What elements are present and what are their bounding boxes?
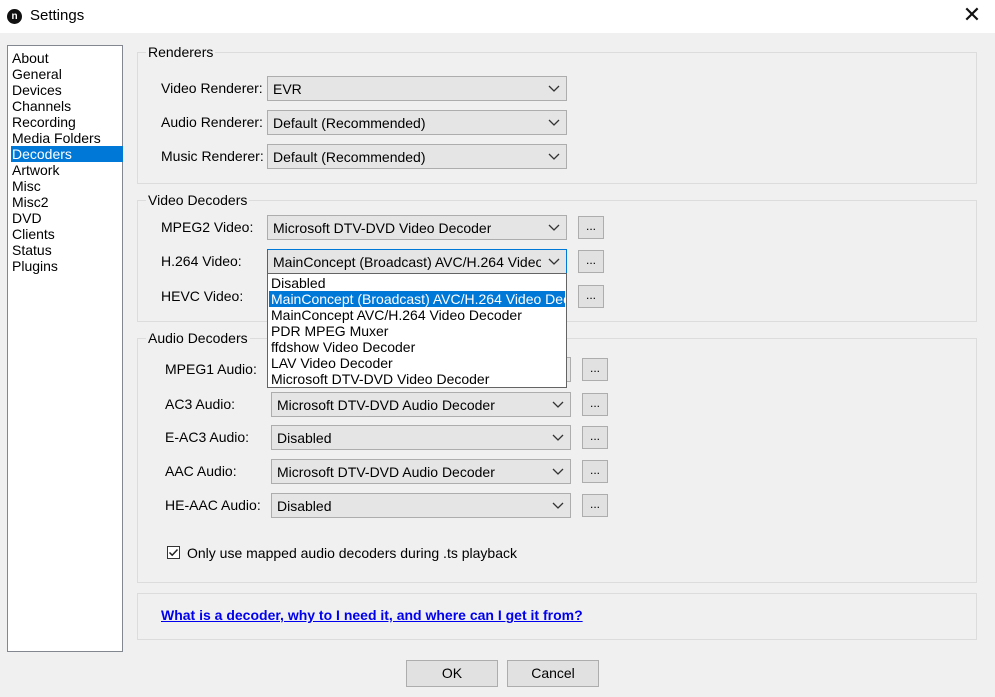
mpeg2-video-dropdown[interactable]: Microsoft DTV-DVD Video Decoder (267, 215, 567, 240)
dropdown-option-pdr-mpeg-muxer[interactable]: PDR MPEG Muxer (269, 323, 565, 339)
sidebar-item-dvd[interactable]: DVD (11, 210, 123, 226)
chevron-down-icon (548, 258, 560, 265)
ac3-audio-dropdown[interactable]: Microsoft DTV-DVD Audio Decoder (271, 392, 571, 417)
aac-audio-dropdown[interactable]: Microsoft DTV-DVD Audio Decoder (271, 459, 571, 484)
sidebar-item-plugins[interactable]: Plugins (11, 258, 123, 274)
mpeg2-video-value: Microsoft DTV-DVD Video Decoder (273, 220, 492, 236)
dropdown-option-disabled[interactable]: Disabled (269, 275, 565, 291)
dropdown-option-mainconcept[interactable]: MainConcept AVC/H.264 Video Decoder (269, 307, 565, 323)
heaac-audio-dropdown[interactable]: Disabled (271, 493, 571, 518)
sidebar-item-misc2[interactable]: Misc2 (11, 194, 123, 210)
dropdown-option-ffdshow[interactable]: ffdshow Video Decoder (269, 339, 565, 355)
chevron-down-icon (548, 153, 560, 160)
music-renderer-value: Default (Recommended) (273, 149, 426, 165)
eac3-audio-value: Disabled (277, 430, 332, 446)
chevron-down-icon (552, 468, 564, 475)
aac-audio-label: AAC Audio: (165, 463, 237, 479)
h264-video-dropdown[interactable]: MainConcept (Broadcast) AVC/H.264 Video … (267, 249, 567, 274)
window-title: Settings (30, 7, 85, 24)
ac3-audio-label: AC3 Audio: (165, 396, 236, 412)
ac3-audio-value: Microsoft DTV-DVD Audio Decoder (277, 397, 495, 413)
music-renderer-label: Music Renderer: (161, 148, 264, 164)
chevron-down-icon (552, 502, 564, 509)
video-renderer-dropdown[interactable]: EVR (267, 76, 567, 101)
chevron-down-icon (552, 434, 564, 441)
mpeg1-audio-properties-button[interactable]: ... (582, 358, 608, 381)
ac3-audio-properties-button[interactable]: ... (582, 393, 608, 416)
aac-audio-properties-button[interactable]: ... (582, 460, 608, 483)
music-renderer-dropdown[interactable]: Default (Recommended) (267, 144, 567, 169)
mpeg2-video-properties-button[interactable]: ... (578, 216, 604, 239)
dropdown-option-lav[interactable]: LAV Video Decoder (269, 355, 565, 371)
aac-audio-value: Microsoft DTV-DVD Audio Decoder (277, 464, 495, 480)
eac3-audio-label: E-AC3 Audio: (165, 429, 250, 445)
checkmark-icon (168, 548, 179, 557)
chevron-down-icon (548, 119, 560, 126)
audio-renderer-label: Audio Renderer: (161, 114, 263, 130)
heaac-audio-properties-button[interactable]: ... (582, 494, 608, 517)
sidebar-item-misc[interactable]: Misc (11, 178, 123, 194)
h264-video-dropdown-list[interactable]: Disabled MainConcept (Broadcast) AVC/H.2… (267, 273, 567, 388)
sidebar-item-clients[interactable]: Clients (11, 226, 123, 242)
title-bar: n Settings ✕ (0, 0, 995, 33)
heaac-audio-label: HE-AAC Audio: (165, 497, 261, 513)
close-icon[interactable]: ✕ (949, 0, 995, 32)
cancel-button[interactable]: Cancel (507, 660, 599, 687)
dropdown-option-mainconcept-broadcast[interactable]: MainConcept (Broadcast) AVC/H.264 Video … (269, 291, 565, 307)
sidebar-item-channels[interactable]: Channels (11, 98, 123, 114)
only-mapped-audio-checkbox[interactable] (167, 546, 180, 559)
sidebar-item-about[interactable]: About (11, 50, 123, 66)
hevc-video-label: HEVC Video: (161, 288, 244, 304)
sidebar-item-status[interactable]: Status (11, 242, 123, 258)
settings-category-list[interactable]: About General Devices Channels Recording… (7, 45, 123, 652)
eac3-audio-dropdown[interactable]: Disabled (271, 425, 571, 450)
audio-decoders-group-title: Audio Decoders (146, 330, 250, 346)
dropdown-option-microsoft-dtv-dvd[interactable]: Microsoft DTV-DVD Video Decoder (269, 371, 565, 387)
hevc-video-properties-button[interactable]: ... (578, 285, 604, 308)
sidebar-item-devices[interactable]: Devices (11, 82, 123, 98)
video-renderer-label: Video Renderer: (161, 80, 263, 96)
audio-renderer-value: Default (Recommended) (273, 115, 426, 131)
heaac-audio-value: Disabled (277, 498, 332, 514)
h264-video-label: H.264 Video: (161, 253, 242, 269)
chevron-down-icon (548, 85, 560, 92)
audio-renderer-dropdown[interactable]: Default (Recommended) (267, 110, 567, 135)
mpeg1-audio-label: MPEG1 Audio: (165, 361, 257, 377)
sidebar-item-artwork[interactable]: Artwork (11, 162, 123, 178)
video-decoders-group-title: Video Decoders (146, 192, 250, 208)
chevron-down-icon (548, 224, 560, 231)
video-renderer-value: EVR (273, 81, 302, 97)
h264-video-properties-button[interactable]: ... (578, 250, 604, 273)
h264-video-value: MainConcept (Broadcast) AVC/H.264 Video … (273, 254, 541, 270)
mpeg2-video-label: MPEG2 Video: (161, 219, 254, 235)
only-mapped-audio-label[interactable]: Only use mapped audio decoders during .t… (187, 545, 517, 561)
sidebar-item-decoders[interactable]: Decoders (11, 146, 123, 162)
app-icon: n (7, 9, 22, 24)
sidebar-item-general[interactable]: General (11, 66, 123, 82)
renderers-group-title: Renderers (146, 44, 216, 60)
decoder-help-link[interactable]: What is a decoder, why to I need it, and… (161, 607, 583, 623)
sidebar-item-media-folders[interactable]: Media Folders (11, 130, 123, 146)
eac3-audio-properties-button[interactable]: ... (582, 426, 608, 449)
ok-button[interactable]: OK (406, 660, 498, 687)
chevron-down-icon (552, 401, 564, 408)
sidebar-item-recording[interactable]: Recording (11, 114, 123, 130)
